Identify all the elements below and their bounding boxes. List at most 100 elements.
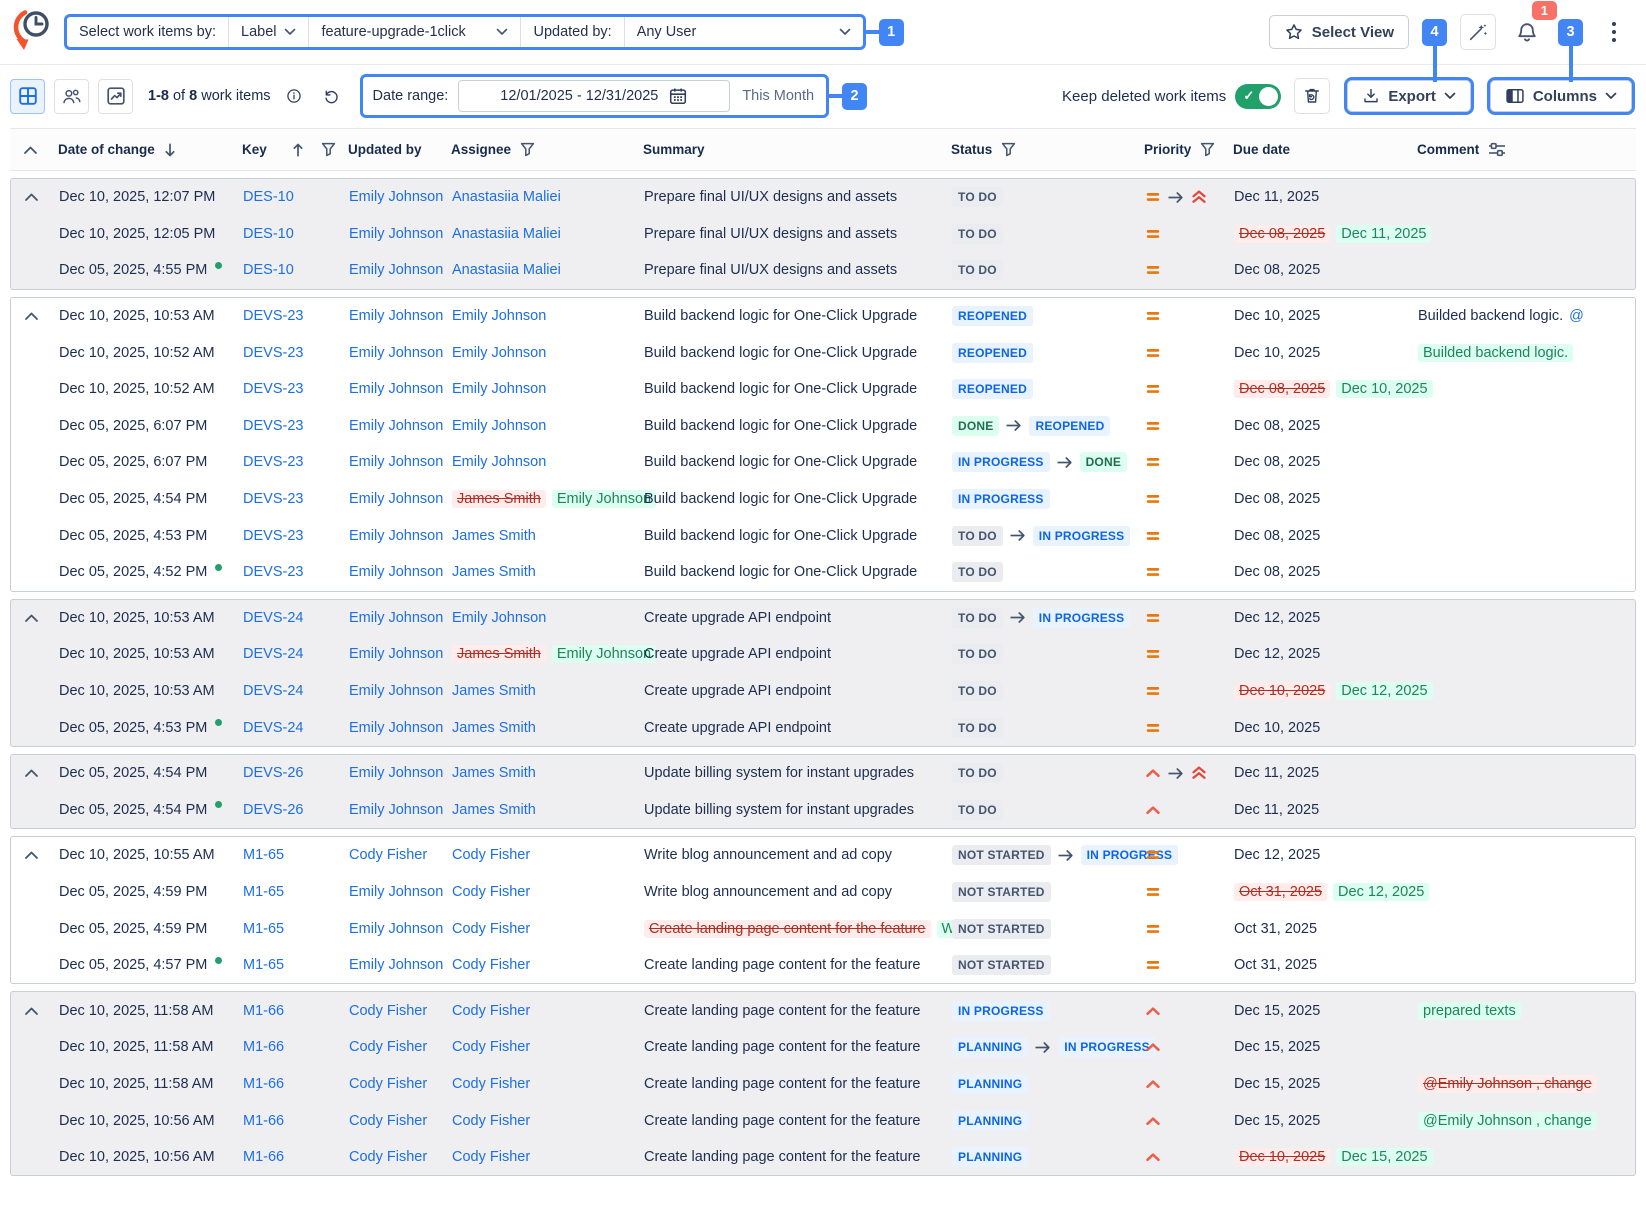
assignee-link[interactable]: Anastasiia Maliei [452,226,561,242]
updated-by-link[interactable]: Emily Johnson [349,262,443,278]
work-item-key-link[interactable]: DEVS-23 [243,528,303,544]
assignee-link[interactable]: James Smith [452,564,536,580]
people-view-toggle[interactable] [54,79,89,114]
work-item-key-link[interactable]: DEVS-23 [243,418,303,434]
work-item-key-link[interactable]: DEVS-24 [243,646,303,662]
assignee-link[interactable]: Anastasiia Maliei [452,262,561,278]
assignee-link[interactable]: Cody Fisher [452,1113,530,1129]
filter-value-dropdown[interactable]: feature-upgrade-1click [309,17,521,47]
assignee-link[interactable]: Cody Fisher [452,1003,530,1019]
group-collapse-button[interactable] [11,768,51,778]
updated-by-link[interactable]: Emily Johnson [349,720,443,736]
work-item-key-link[interactable]: DES-10 [243,262,294,278]
work-item-key-link[interactable]: DEVS-24 [243,720,303,736]
updated-by-link[interactable]: Emily Johnson [349,189,443,205]
updated-by-link[interactable]: Emily Johnson [349,226,443,242]
assignee-link[interactable]: Emily Johnson [452,308,546,324]
work-item-key-link[interactable]: DEVS-23 [243,564,303,580]
group-collapse-button[interactable] [11,850,51,860]
work-item-key-link[interactable]: M1-65 [243,957,284,973]
updated-by-link[interactable]: Cody Fisher [349,1149,427,1165]
work-item-key-link[interactable]: M1-66 [243,1003,284,1019]
updated-by-link[interactable]: Emily Johnson [349,646,443,662]
magic-wand-button[interactable] [1460,14,1496,50]
work-item-key-link[interactable]: DEVS-23 [243,454,303,470]
work-item-key-link[interactable]: M1-65 [243,884,284,900]
work-item-key-link[interactable]: M1-66 [243,1039,284,1055]
col-comment[interactable]: Comment [1409,142,1636,157]
date-range-preset[interactable]: This Month [730,88,826,104]
updated-by-link[interactable]: Emily Johnson [349,957,443,973]
group-collapse-button[interactable] [11,613,51,623]
work-item-key-link[interactable]: DEVS-23 [243,491,303,507]
updated-by-link[interactable]: Emily Johnson [349,418,443,434]
assignee-link[interactable]: Cody Fisher [452,1076,530,1092]
kebab-menu-button[interactable] [1596,14,1632,50]
work-item-key-link[interactable]: DEVS-26 [243,765,303,781]
assignee-link[interactable]: Anastasiia Maliei [452,189,561,205]
filter-by-dropdown[interactable]: Label [229,17,309,47]
updated-by-link[interactable]: Emily Johnson [349,491,443,507]
work-item-key-link[interactable]: DES-10 [243,226,294,242]
work-item-key-link[interactable]: M1-66 [243,1076,284,1092]
updated-by-link[interactable]: Emily Johnson [349,921,443,937]
updated-by-link[interactable]: Emily Johnson [349,381,443,397]
col-status[interactable]: Status [943,142,1136,157]
chart-view-toggle[interactable] [98,79,133,114]
keep-deleted-toggle[interactable]: ✓ [1235,84,1281,109]
assignee-link[interactable]: Emily Johnson [452,454,546,470]
work-item-key-link[interactable]: DEVS-24 [243,610,303,626]
assignee-link[interactable]: Cody Fisher [452,921,530,937]
updated-by-link[interactable]: Emily Johnson [349,345,443,361]
work-item-key-link[interactable]: DEVS-24 [243,683,303,699]
updated-by-link[interactable]: Emily Johnson [349,683,443,699]
work-item-key-link[interactable]: DEVS-26 [243,802,303,818]
updated-by-link[interactable]: Cody Fisher [349,1039,427,1055]
updated-by-link[interactable]: Cody Fisher [349,1113,427,1129]
updated-by-link[interactable]: Emily Johnson [349,884,443,900]
refresh-button[interactable] [317,82,345,110]
col-date-of-change[interactable]: Date of change [50,142,234,158]
work-item-key-link[interactable]: M1-66 [243,1113,284,1129]
updated-by-link[interactable]: Emily Johnson [349,610,443,626]
assignee-link[interactable]: Emily Johnson [452,381,546,397]
updated-by-link[interactable]: Cody Fisher [349,1003,427,1019]
select-view-button[interactable]: Select View [1269,15,1409,49]
updated-by-link[interactable]: Emily Johnson [349,528,443,544]
assignee-link[interactable]: Emily Johnson [452,418,546,434]
work-item-key-link[interactable]: DEVS-23 [243,381,303,397]
group-collapse-button[interactable] [11,311,51,321]
assignee-link[interactable]: James Smith [452,528,536,544]
assignee-link[interactable]: Cody Fisher [452,1039,530,1055]
updated-by-link[interactable]: Emily Johnson [349,454,443,470]
work-item-key-link[interactable]: DEVS-23 [243,308,303,324]
updated-by-link[interactable]: Emily Johnson [349,765,443,781]
updated-by-link[interactable]: Emily Johnson [349,308,443,324]
group-collapse-button[interactable] [11,192,51,202]
col-priority[interactable]: Priority [1136,142,1225,157]
mention-link[interactable]: @ [1569,308,1584,324]
assignee-link[interactable]: James Smith [452,765,536,781]
assignee-link[interactable]: Cody Fisher [452,1149,530,1165]
assignee-link[interactable]: Cody Fisher [452,957,530,973]
work-item-key-link[interactable]: M1-66 [243,1149,284,1165]
notifications-button[interactable]: 1 [1509,14,1545,50]
work-item-key-link[interactable]: M1-65 [243,847,284,863]
columns-button[interactable]: Columns [1490,80,1632,112]
assignee-link[interactable]: James Smith [452,683,536,699]
work-item-key-link[interactable]: DES-10 [243,189,294,205]
work-item-key-link[interactable]: DEVS-23 [243,345,303,361]
updated-by-link[interactable]: Emily Johnson [349,564,443,580]
assignee-link[interactable]: Emily Johnson [452,610,546,626]
group-collapse-button[interactable] [11,1006,51,1016]
date-range-input[interactable]: 12/01/2025 - 12/31/2025 [458,80,730,112]
info-button[interactable] [280,82,308,110]
assignee-link[interactable]: James Smith [452,802,536,818]
updated-by-link[interactable]: Cody Fisher [349,1076,427,1092]
updated-by-link[interactable]: Emily Johnson [349,802,443,818]
assignee-link[interactable]: Cody Fisher [452,847,530,863]
work-item-key-link[interactable]: M1-65 [243,921,284,937]
assignee-link[interactable]: Emily Johnson [452,345,546,361]
col-assignee[interactable]: Assignee [443,142,635,157]
assignee-link[interactable]: Cody Fisher [452,884,530,900]
